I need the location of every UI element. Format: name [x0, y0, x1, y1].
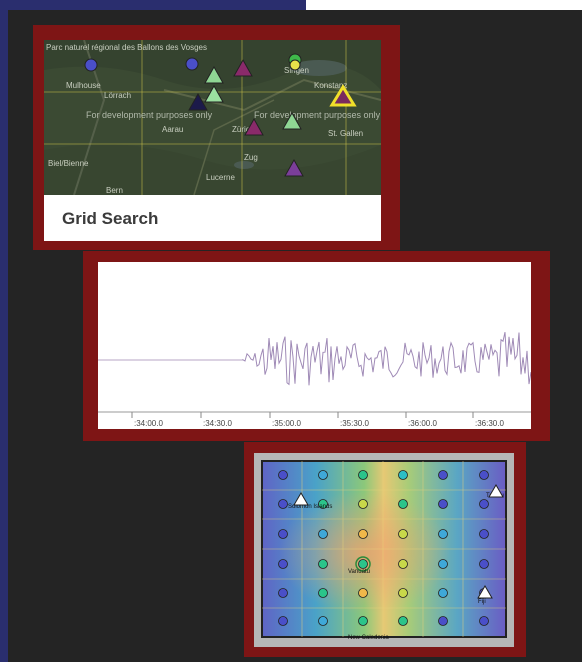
- grid-station-dot[interactable]: [318, 616, 328, 626]
- grid-station-dot[interactable]: [479, 499, 489, 509]
- map-label: Mulhouse: [66, 81, 101, 90]
- map-label: Parc naturel régional des Ballons des Vo…: [46, 43, 207, 52]
- grid-station-dot[interactable]: [358, 499, 368, 509]
- grid-station-dot[interactable]: [358, 470, 368, 480]
- grid-search-label-bar[interactable]: Grid Search: [44, 195, 381, 241]
- grid-station-dot[interactable]: [358, 588, 368, 598]
- grid-station-dot[interactable]: [398, 588, 408, 598]
- map-label: St. Gallen: [328, 129, 363, 138]
- grid-station-dot[interactable]: [398, 616, 408, 626]
- grid-station-dot[interactable]: [318, 529, 328, 539]
- grid-station-dot[interactable]: [318, 588, 328, 598]
- grid-station-dot[interactable]: [358, 529, 368, 539]
- place-label: Fiji: [478, 599, 486, 605]
- grid-station-dot[interactable]: [398, 529, 408, 539]
- grid-station-dot[interactable]: [278, 588, 288, 598]
- place-label: Vanuatu: [348, 569, 370, 575]
- grid-station-dot[interactable]: [398, 470, 408, 480]
- waveform-plot[interactable]: :34:00.0 :34:30.0 :35:00.0 :35:30.0 :36:…: [98, 262, 531, 429]
- time-tick-label: :36:30.0: [475, 419, 504, 428]
- map-label: Lucerne: [206, 173, 235, 182]
- map-label: Aarau: [162, 125, 183, 134]
- grid-station-dot[interactable]: [278, 616, 288, 626]
- grid-search-map[interactable]: Parc naturel régional des Ballons des Vo…: [44, 40, 381, 195]
- grid-station-dot[interactable]: [479, 559, 489, 569]
- grid-heatmap-map[interactable]: Solomon Islands Vanuatu New Caledonia Tu…: [254, 453, 514, 647]
- grid-station-dot[interactable]: [438, 616, 448, 626]
- map-label: Lörrach: [104, 91, 131, 100]
- station-marker[interactable]: [185, 57, 199, 71]
- background-top-strip: [306, 0, 582, 10]
- station-marker[interactable]: [289, 59, 301, 71]
- grid-station-dot[interactable]: [438, 559, 448, 569]
- grid-station-dot[interactable]: [479, 470, 489, 480]
- grid-station-dot[interactable]: [318, 470, 328, 480]
- grid-station-dot[interactable]: [358, 616, 368, 626]
- grid-station-dot[interactable]: [318, 559, 328, 569]
- grid-station-dot[interactable]: [479, 529, 489, 539]
- watermark-text: For development purposes only: [254, 110, 381, 120]
- grid-station-dot[interactable]: [438, 499, 448, 509]
- grid-station-dot[interactable]: [438, 470, 448, 480]
- grid-station-dot[interactable]: [278, 529, 288, 539]
- grid-station-dot[interactable]: [358, 559, 368, 569]
- time-tick-label: :34:30.0: [203, 419, 232, 428]
- grid-station-dot[interactable]: [398, 559, 408, 569]
- grid-station-dot[interactable]: [398, 499, 408, 509]
- waveform-trace: [242, 331, 531, 386]
- map-label: Bern: [106, 186, 123, 195]
- grid-station-dot[interactable]: [438, 529, 448, 539]
- grid-station-dot[interactable]: [479, 616, 489, 626]
- time-tick-label: :35:30.0: [340, 419, 369, 428]
- watermark-text: For development purposes only: [86, 110, 213, 120]
- map-label: Zug: [244, 153, 258, 162]
- station-marker[interactable]: [84, 58, 98, 72]
- grid-station-dot[interactable]: [278, 470, 288, 480]
- time-tick-label: :34:00.0: [134, 419, 163, 428]
- grid-station-dot[interactable]: [278, 499, 288, 509]
- time-axis: :34:00.0 :34:30.0 :35:00.0 :35:30.0 :36:…: [131, 412, 504, 428]
- time-tick-label: :35:00.0: [272, 419, 301, 428]
- place-label: New Caledonia: [348, 635, 389, 641]
- time-tick-label: :36:00.0: [408, 419, 437, 428]
- grid-search-title: Grid Search: [62, 209, 159, 228]
- grid-station-dot[interactable]: [278, 559, 288, 569]
- grid-station-dot[interactable]: [438, 588, 448, 598]
- map-label: Biel/Bienne: [48, 159, 89, 168]
